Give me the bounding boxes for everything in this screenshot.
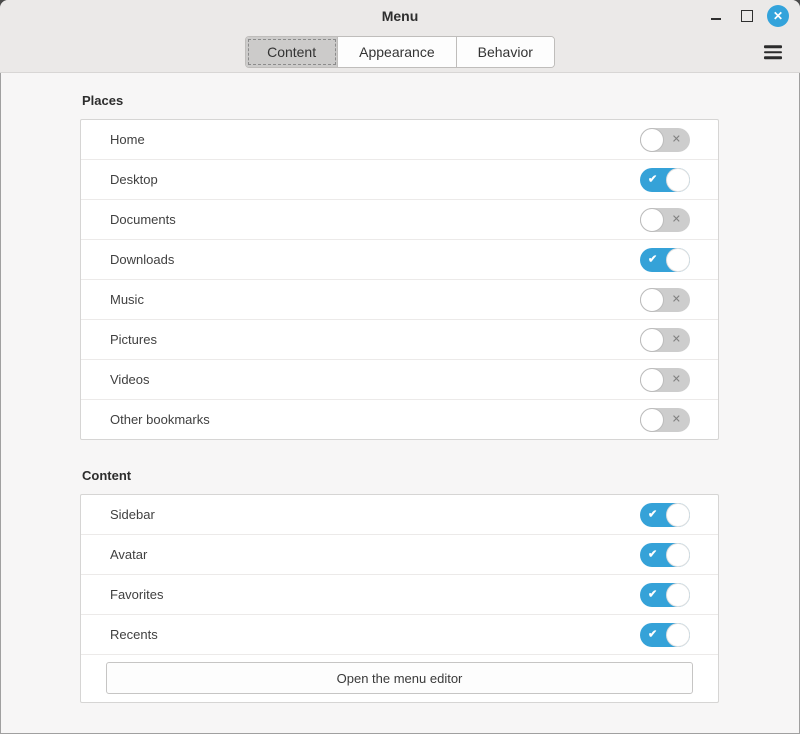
setting-row-documents: Documents ✕ (81, 199, 718, 239)
close-icon: ✕ (767, 5, 789, 27)
cross-icon: ✕ (672, 214, 681, 225)
check-icon: ✔ (648, 549, 657, 560)
settings-group: Sidebar ✔ Avatar ✔ Favorites ✔ Recents ✔ Open th… (80, 494, 719, 703)
footer-button-row: Open the menu editor (81, 654, 718, 702)
toggle-knob (640, 408, 664, 432)
window-title: Menu (382, 8, 419, 24)
setting-row-recents: Recents ✔ (81, 614, 718, 654)
setting-row-other-bookmarks: Other bookmarks ✕ (81, 399, 718, 439)
check-icon: ✔ (648, 174, 657, 185)
setting-label: Avatar (110, 547, 640, 562)
toggle-knob (666, 168, 690, 192)
toggle-switch-desktop[interactable]: ✔ (640, 168, 690, 192)
check-icon: ✔ (648, 629, 657, 640)
setting-row-home: Home ✕ (81, 120, 718, 159)
setting-label: Videos (110, 372, 640, 387)
setting-label: Recents (110, 627, 640, 642)
toggle-switch-sidebar[interactable]: ✔ (640, 503, 690, 527)
toggle-switch-avatar[interactable]: ✔ (640, 543, 690, 567)
setting-row-avatar: Avatar ✔ (81, 534, 718, 574)
setting-row-sidebar: Sidebar ✔ (81, 495, 718, 534)
open-menu-editor-button[interactable]: Open the menu editor (106, 662, 693, 694)
tab-bar: ContentAppearanceBehavior (0, 32, 800, 73)
setting-label: Home (110, 132, 640, 147)
section-content: Content Sidebar ✔ Avatar ✔ Favorites ✔ Recents ✔… (80, 468, 719, 703)
setting-row-music: Music ✕ (81, 279, 718, 319)
cross-icon: ✕ (672, 134, 681, 145)
titlebar[interactable]: Menu ✕ (0, 0, 800, 32)
toggle-switch-other-bookmarks[interactable]: ✕ (640, 408, 690, 432)
tab-appearance[interactable]: Appearance (338, 37, 457, 67)
section-places: Places Home ✕ Desktop ✔ Documents ✕ Downloads ✔ M… (80, 93, 719, 440)
setting-row-pictures: Pictures ✕ (81, 319, 718, 359)
minimize-button[interactable] (704, 4, 728, 28)
toggle-knob (640, 368, 664, 392)
toggle-knob (640, 208, 664, 232)
toggle-switch-videos[interactable]: ✕ (640, 368, 690, 392)
check-icon: ✔ (648, 589, 657, 600)
section-title: Content (82, 468, 719, 483)
tab-behavior[interactable]: Behavior (457, 37, 554, 67)
hamburger-icon (764, 51, 782, 54)
maximize-icon (741, 10, 753, 22)
tab-content[interactable]: Content (246, 37, 338, 67)
setting-label: Documents (110, 212, 640, 227)
toggle-switch-documents[interactable]: ✕ (640, 208, 690, 232)
setting-label: Music (110, 292, 640, 307)
check-icon: ✔ (648, 254, 657, 265)
check-icon: ✔ (648, 509, 657, 520)
toggle-switch-home[interactable]: ✕ (640, 128, 690, 152)
section-title: Places (82, 93, 719, 108)
toggle-switch-pictures[interactable]: ✕ (640, 328, 690, 352)
toggle-knob (666, 543, 690, 567)
hamburger-icon (764, 45, 782, 48)
toggle-knob (640, 328, 664, 352)
toggle-knob (666, 623, 690, 647)
setting-label: Downloads (110, 252, 640, 267)
setting-label: Sidebar (110, 507, 640, 522)
toggle-switch-music[interactable]: ✕ (640, 288, 690, 312)
setting-row-videos: Videos ✕ (81, 359, 718, 399)
settings-group: Home✕Desktop✔Documents✕Downloads✔Music✕P… (80, 119, 719, 440)
toggle-switch-downloads[interactable]: ✔ (640, 248, 690, 272)
sections: Places Home ✕ Desktop ✔ Documents ✕ Downloads ✔ M… (0, 93, 800, 703)
setting-label: Desktop (110, 172, 640, 187)
setting-row-downloads: Downloads ✔ (81, 239, 718, 279)
cross-icon: ✕ (672, 294, 681, 305)
toggle-knob (666, 583, 690, 607)
hamburger-menu-button[interactable] (762, 41, 784, 63)
minimize-icon (711, 18, 721, 20)
tab-group: ContentAppearanceBehavior (245, 36, 555, 68)
maximize-button[interactable] (735, 4, 759, 28)
setting-row-desktop: Desktop ✔ (81, 159, 718, 199)
toggle-switch-favorites[interactable]: ✔ (640, 583, 690, 607)
toggle-knob (640, 288, 664, 312)
toggle-knob (666, 248, 690, 272)
settings-window: Menu ✕ ContentAppearanceBehavior PlacesH… (0, 0, 800, 734)
cross-icon: ✕ (672, 414, 681, 425)
setting-label: Favorites (110, 587, 640, 602)
cross-icon: ✕ (672, 334, 681, 345)
content-area: Places Home ✕ Desktop ✔ Documents ✕ Downloads ✔ M… (0, 73, 800, 703)
setting-row-favorites: Favorites ✔ (81, 574, 718, 614)
cross-icon: ✕ (672, 374, 681, 385)
hamburger-icon (764, 56, 782, 59)
toggle-knob (666, 503, 690, 527)
setting-label: Pictures (110, 332, 640, 347)
toggle-switch-recents[interactable]: ✔ (640, 623, 690, 647)
close-button[interactable]: ✕ (766, 4, 790, 28)
toggle-knob (640, 128, 664, 152)
setting-label: Other bookmarks (110, 412, 640, 427)
window-controls: ✕ (704, 0, 790, 32)
